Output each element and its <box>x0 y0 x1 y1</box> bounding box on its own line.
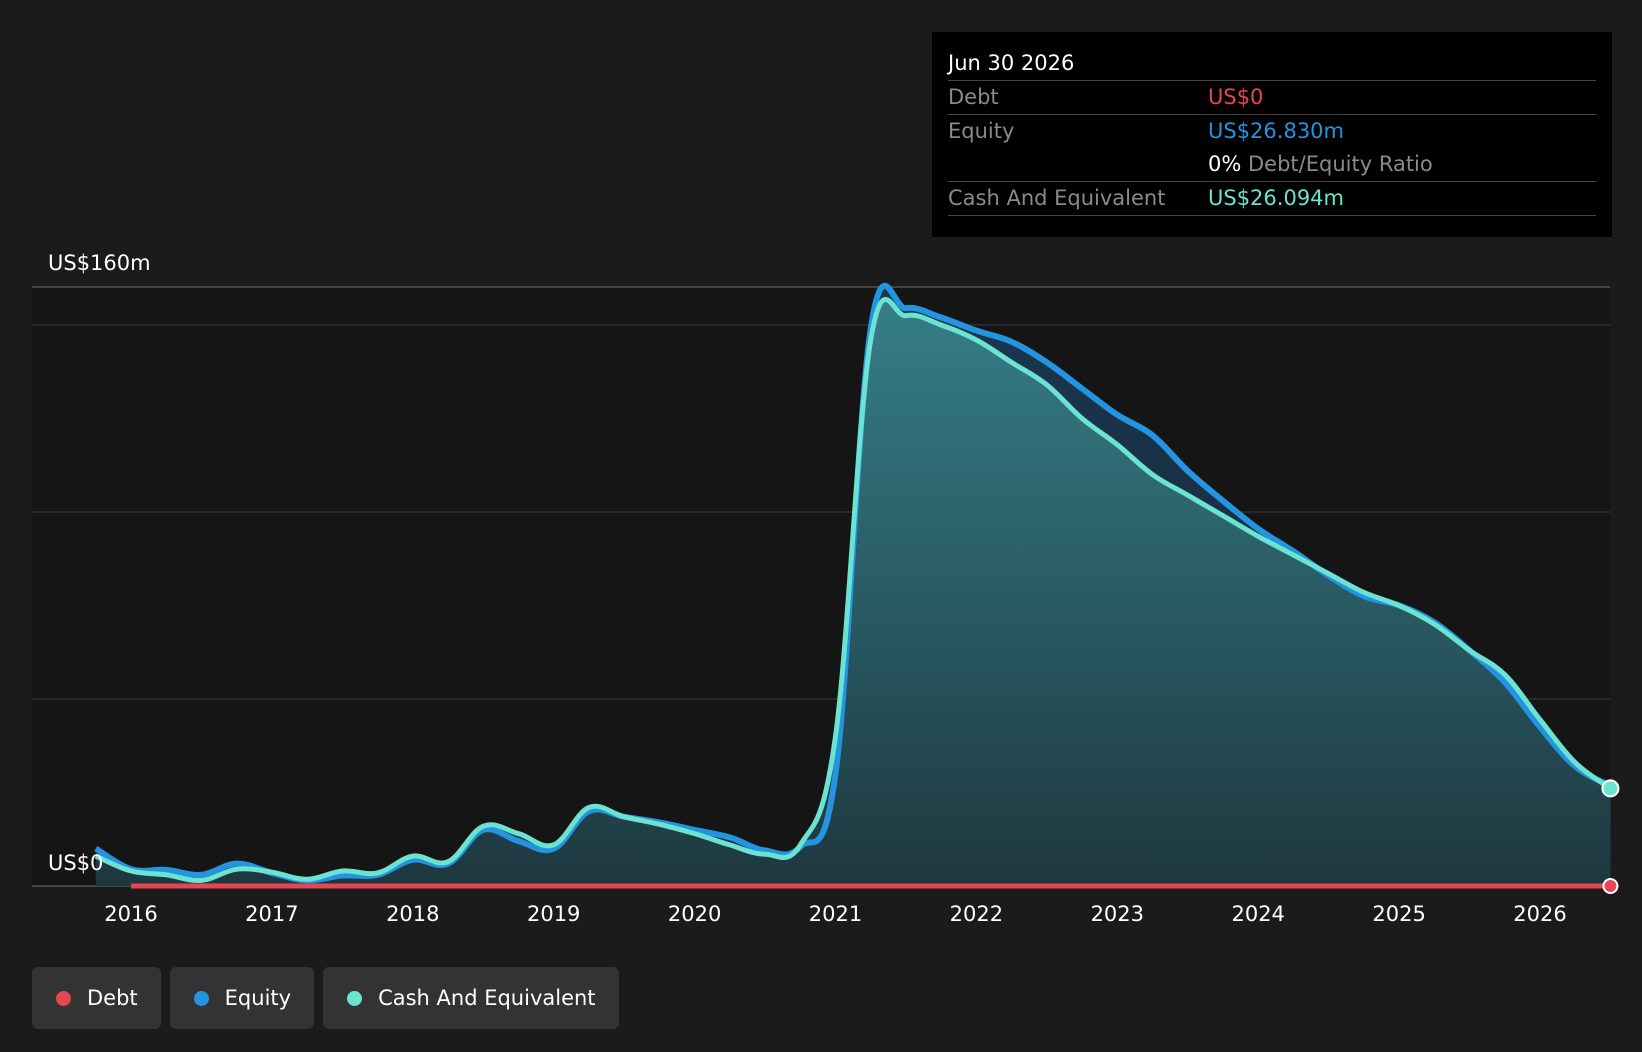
x-tick-label: 2018 <box>386 902 439 926</box>
tooltip-cash-label: Cash And Equivalent <box>948 186 1166 210</box>
tooltip-cash-row: Cash And Equivalent US$26.094m <box>948 182 1596 216</box>
chart-legend: Debt Equity Cash And Equivalent <box>32 967 619 1029</box>
legend-label-equity: Equity <box>224 986 292 1010</box>
y-axis-top-label: US$160m <box>48 251 151 275</box>
tooltip-ratio-value: 0% <box>1208 152 1242 176</box>
y-axis-bottom-label: US$0 <box>48 851 103 875</box>
tooltip-equity-label: Equity <box>948 119 1015 143</box>
tooltip-ratio-row: 0% Debt/Equity Ratio <box>948 148 1596 182</box>
tooltip-debt-row: Debt US$0 <box>948 81 1596 115</box>
x-tick-label: 2022 <box>950 902 1003 926</box>
tooltip-ratio-label: Debt/Equity Ratio <box>1248 152 1433 176</box>
tooltip-debt-value: US$0 <box>1208 85 1264 109</box>
x-tick-label: 2017 <box>245 902 298 926</box>
x-axis-ticks: 2016 2017 2018 2019 2020 2021 2022 2023 2024 2025… <box>104 902 1566 926</box>
x-tick-label: 2016 <box>104 902 157 926</box>
equity-dot-icon <box>193 990 209 1006</box>
legend-item-debt[interactable]: Debt <box>32 967 161 1029</box>
cash-dot-icon <box>347 990 363 1006</box>
x-tick-label: 2026 <box>1513 902 1566 926</box>
cash-end-marker <box>1601 779 1620 798</box>
tooltip-date: Jun 30 2026 <box>948 46 1596 81</box>
x-tick-label: 2025 <box>1372 902 1425 926</box>
x-tick-label: 2020 <box>668 902 721 926</box>
hover-tooltip: Jun 30 2026 Debt US$0 Equity US$26.830m … <box>932 32 1612 237</box>
x-tick-label: 2019 <box>527 902 580 926</box>
legend-item-equity[interactable]: Equity <box>169 967 315 1029</box>
tooltip-debt-label: Debt <box>948 85 999 109</box>
debt-end-marker <box>1602 878 1619 894</box>
tooltip-equity-row: Equity US$26.830m <box>948 115 1596 148</box>
tooltip-equity-value: US$26.830m <box>1208 119 1344 143</box>
debt-dot-icon <box>56 990 71 1006</box>
x-tick-label: 2023 <box>1091 902 1144 926</box>
tooltip-cash-value: US$26.094m <box>1208 186 1344 210</box>
legend-label-debt: Debt <box>87 986 138 1010</box>
x-tick-label: 2024 <box>1231 902 1284 926</box>
legend-label-cash: Cash And Equivalent <box>378 986 596 1010</box>
x-tick-label: 2021 <box>809 902 862 926</box>
legend-item-cash[interactable]: Cash And Equivalent <box>323 967 619 1029</box>
